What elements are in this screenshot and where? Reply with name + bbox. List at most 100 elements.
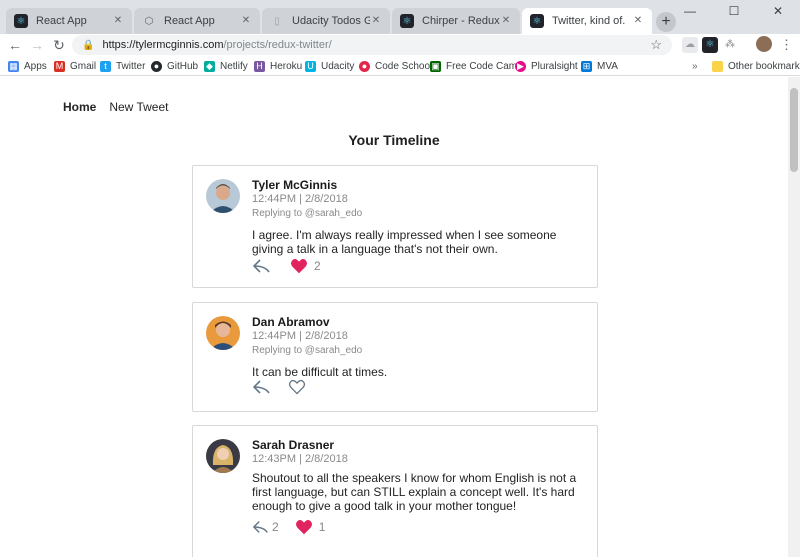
bookmark-label: Udacity (321, 60, 355, 72)
bookmark-udacity[interactable]: U Udacity (305, 58, 354, 74)
app-nav: Home New Tweet (63, 100, 168, 114)
tweet-card[interactable]: Dan Abramov 12:44PM | 2/8/2018 Replying … (192, 302, 598, 412)
twitter-icon: t (100, 60, 111, 72)
browser-tab[interactable]: ⚛ Chirper - Redux Twitter ✕ (392, 8, 520, 34)
tab-title: Chirper - Redux Twitter (422, 15, 500, 27)
netlify-icon: ◆ (204, 60, 215, 72)
bookmark-heroku[interactable]: H Heroku (254, 58, 302, 74)
window-close-icon[interactable]: ✕ (756, 0, 800, 22)
tab-title: React App (36, 15, 87, 27)
codeschool-icon: ● (359, 60, 370, 72)
reload-icon[interactable]: ↻ (50, 36, 68, 54)
bookmark-label: Code School (375, 60, 433, 72)
udacity-icon: U (305, 60, 316, 72)
folder-icon (712, 60, 723, 72)
tweet-text: Shoutout to all the speakers I know for … (252, 471, 577, 513)
heart-outline-icon[interactable] (288, 379, 306, 395)
freecodecamp-icon: ▣ (430, 60, 441, 72)
heroku-icon: H (254, 60, 265, 72)
bookmark-label: Twitter (116, 60, 146, 72)
tweet-card[interactable]: Sarah Drasner 12:43PM | 2/8/2018 Shoutou… (192, 425, 598, 557)
nav-new-tweet-link[interactable]: New Tweet (109, 100, 168, 114)
browser-tab[interactable]: ▯ Udacity Todos Goals ✕ (262, 8, 390, 34)
close-icon[interactable]: ✕ (112, 15, 124, 27)
react-icon: ⚛ (14, 14, 28, 28)
page-title: Your Timeline (348, 132, 440, 148)
like-count: 1 (318, 520, 326, 534)
bookmark-netlify[interactable]: ◆ Netlify (204, 58, 248, 74)
tweet-author: Dan Abramov (252, 315, 330, 329)
url-host: https://tylermcginnis.com (102, 39, 224, 51)
tweet-timestamp: 12:44PM | 2/8/2018 (252, 193, 348, 205)
avatar (206, 439, 240, 473)
tweet-timestamp: 12:43PM | 2/8/2018 (252, 453, 348, 465)
like-count: 2 (314, 259, 321, 273)
address-bar[interactable]: 🔒 https://tylermcginnis.com /projects/re… (72, 35, 672, 55)
bookmark-label: Apps (24, 60, 47, 72)
menu-icon[interactable]: ⋮ (780, 36, 793, 54)
tweet-timestamp: 12:44PM | 2/8/2018 (252, 330, 348, 342)
maximize-icon[interactable]: ☐ (712, 0, 756, 22)
close-icon[interactable]: ✕ (632, 15, 644, 27)
pluralsight-icon: ▶ (515, 60, 526, 72)
url-path: /projects/redux-twitter/ (223, 39, 332, 51)
extension-cloud-icon[interactable]: ☁ (682, 37, 698, 53)
browser-tab[interactable]: ⬡ React App ✕ (134, 8, 260, 34)
windows-icon: ⊞ (581, 60, 592, 72)
apps-grid-icon: ▦ (8, 60, 19, 72)
browser-tab-active[interactable]: ⚛ Twitter, kind of. ✕ (522, 8, 652, 34)
page-content: Home New Tweet Your Timeline Tyler McGin… (0, 77, 788, 557)
react-devtools-icon[interactable]: ⚛ (702, 37, 718, 53)
browser-tab[interactable]: ⚛ React App ✕ (6, 8, 132, 34)
more-bookmarks-button[interactable]: » (692, 58, 698, 74)
profile-avatar[interactable] (756, 36, 772, 52)
bookmark-label: Heroku (270, 60, 303, 72)
bookmark-apps[interactable]: ▦ Apps (8, 58, 47, 74)
tab-title: Twitter, kind of. (552, 15, 626, 27)
tweet-author: Sarah Drasner (252, 438, 335, 452)
bookmark-free-code-camp[interactable]: ▣ Free Code Camp (430, 58, 523, 74)
github-icon: ● (151, 60, 162, 72)
minimize-icon[interactable]: — (668, 0, 712, 22)
tweet-replying-to[interactable]: Replying to @sarah_edo (252, 345, 583, 356)
tweet-card[interactable]: Tyler McGinnis 12:44PM | 2/8/2018 Replyi… (192, 165, 598, 288)
tweet-info: Sarah Drasner 12:43PM | 2/8/2018 Shoutou… (252, 438, 583, 513)
gmail-icon: M (54, 60, 65, 72)
close-icon[interactable]: ✕ (500, 15, 512, 27)
bookmark-github[interactable]: ● GitHub (151, 58, 198, 74)
reply-icon[interactable] (252, 379, 272, 395)
tab-title: Udacity Todos Goals (292, 15, 370, 27)
bookmark-gmail[interactable]: M Gmail (54, 58, 96, 74)
extension-icon[interactable]: ⁂ (722, 37, 738, 53)
other-bookmarks[interactable]: Other bookmarks (712, 58, 800, 74)
bookmark-label: Free Code Camp (446, 60, 523, 72)
nav-home-link[interactable]: Home (63, 100, 96, 114)
tab-strip: ⚛ React App ✕ ⬡ React App ✕ ▯ Udacity To… (0, 0, 800, 34)
tweet-info: Dan Abramov 12:44PM | 2/8/2018 Replying … (252, 315, 583, 379)
star-icon[interactable]: ☆ (650, 37, 662, 53)
heart-icon[interactable] (295, 519, 313, 535)
document-icon: ▯ (274, 15, 280, 27)
tweet-actions: 2 1 (252, 519, 325, 535)
avatar (206, 316, 240, 350)
tweet-replying-to[interactable]: Replying to @sarah_edo (252, 208, 583, 219)
tab-title: React App (164, 15, 215, 27)
bookmark-label: Pluralsight (531, 60, 578, 72)
close-icon[interactable]: ✕ (240, 15, 252, 27)
heart-icon[interactable] (290, 258, 308, 274)
back-icon[interactable]: ← (6, 36, 24, 54)
avatar (206, 179, 240, 213)
forward-icon[interactable]: → (28, 36, 46, 54)
box-icon: ⬡ (144, 15, 154, 27)
reply-all-icon[interactable] (252, 519, 270, 535)
bookmark-mva[interactable]: ⊞ MVA (581, 58, 618, 74)
bookmark-code-school[interactable]: ● Code School (359, 58, 432, 74)
tweet-info: Tyler McGinnis 12:44PM | 2/8/2018 Replyi… (252, 178, 583, 256)
lock-icon: 🔒 (82, 39, 95, 51)
bookmark-pluralsight[interactable]: ▶ Pluralsight (515, 58, 578, 74)
scrollbar-thumb[interactable] (790, 88, 798, 172)
close-icon[interactable]: ✕ (370, 15, 382, 27)
bookmark-twitter[interactable]: t Twitter (100, 58, 145, 74)
reply-icon[interactable] (252, 258, 272, 274)
tweet-actions: 2 (252, 258, 321, 274)
